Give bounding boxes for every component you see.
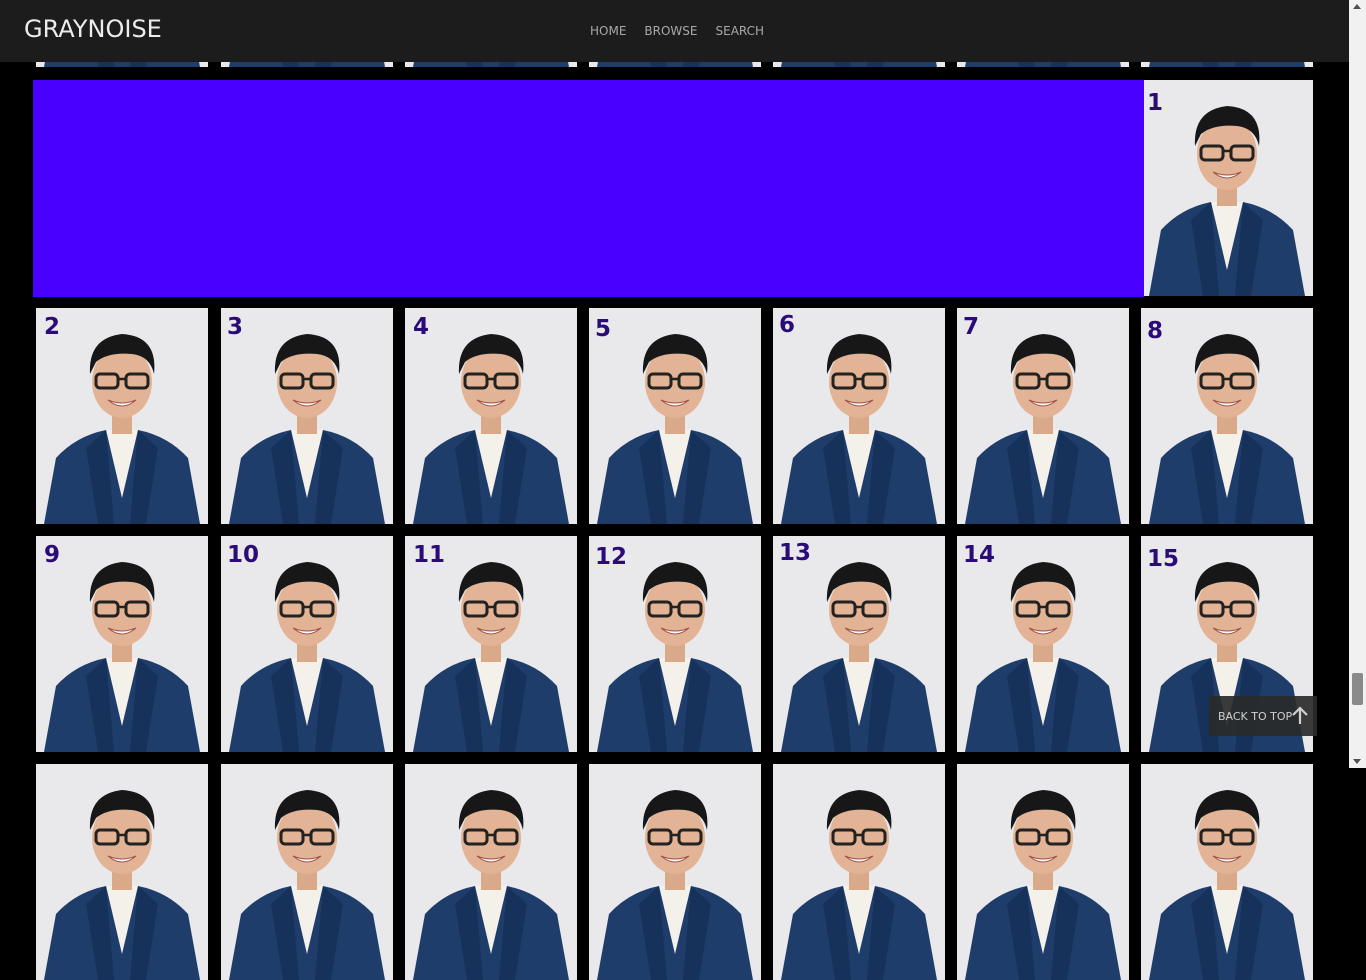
photo-number-label: 5 bbox=[595, 316, 612, 342]
photo-tile[interactable]: 7 bbox=[957, 308, 1129, 524]
site-header: GRAYNOISE HOME BROWSE SEARCH bbox=[0, 0, 1349, 62]
portrait-photo bbox=[36, 308, 208, 524]
photo-tile[interactable] bbox=[589, 764, 761, 980]
portrait-photo bbox=[221, 308, 393, 524]
portrait-photo bbox=[1141, 764, 1313, 980]
photo-tile[interactable]: 11 bbox=[405, 536, 577, 752]
portrait-photo bbox=[773, 536, 945, 752]
photo-number-label: 3 bbox=[227, 314, 244, 340]
portrait-photo bbox=[957, 764, 1129, 980]
portrait-photo bbox=[405, 764, 577, 980]
photo-number-label: 8 bbox=[1147, 318, 1164, 344]
portrait-photo bbox=[221, 764, 393, 980]
nav-search-link[interactable]: SEARCH bbox=[716, 24, 765, 38]
photo-number-label: 13 bbox=[779, 540, 812, 566]
photo-tile[interactable] bbox=[773, 764, 945, 980]
portrait-photo bbox=[405, 308, 577, 524]
photo-tile[interactable] bbox=[405, 764, 577, 980]
photo-tile[interactable]: 13 bbox=[773, 536, 945, 752]
portrait-photo bbox=[957, 536, 1129, 752]
photo-tile[interactable]: 5 bbox=[589, 308, 761, 524]
photo-tile[interactable]: 12 bbox=[589, 536, 761, 752]
photo-tile[interactable]: 6 bbox=[773, 308, 945, 524]
portrait-photo bbox=[957, 308, 1129, 524]
photo-number-label: 7 bbox=[963, 314, 980, 340]
portrait-photo bbox=[36, 536, 208, 752]
photo-number-label: 14 bbox=[963, 542, 996, 568]
photo-number-label: 6 bbox=[779, 312, 796, 338]
photo-number-label: 9 bbox=[44, 542, 61, 568]
photo-number-label: 15 bbox=[1147, 546, 1180, 572]
photo-tile[interactable]: 9 bbox=[36, 536, 208, 752]
photo-number-label: 2 bbox=[44, 314, 61, 340]
portrait-photo bbox=[36, 764, 208, 980]
portrait-photo bbox=[1141, 308, 1313, 524]
portrait-photo bbox=[589, 764, 761, 980]
photo-number-label: 10 bbox=[227, 542, 260, 568]
scroll-up-arrow-icon[interactable] bbox=[1353, 4, 1361, 9]
scrollbar[interactable] bbox=[1349, 0, 1366, 768]
arrow-up-icon bbox=[1292, 706, 1308, 724]
portrait-photo bbox=[1141, 80, 1313, 296]
photo-number-label: 11 bbox=[413, 542, 446, 568]
portrait-photo bbox=[773, 308, 945, 524]
back-to-top-label: BACK TO TOP bbox=[1218, 709, 1293, 723]
nav-browse-link[interactable]: BROWSE bbox=[644, 24, 697, 38]
photo-number-label: 1 bbox=[1147, 90, 1164, 116]
scroll-down-arrow-icon[interactable] bbox=[1353, 759, 1361, 764]
photo-tile[interactable]: 10 bbox=[221, 536, 393, 752]
photo-tile[interactable] bbox=[221, 764, 393, 980]
main-nav: HOME BROWSE SEARCH bbox=[590, 24, 764, 38]
photo-tile[interactable]: 3 bbox=[221, 308, 393, 524]
back-to-top-button[interactable]: BACK TO TOP bbox=[1209, 696, 1317, 736]
photo-tile[interactable]: 14 bbox=[957, 536, 1129, 752]
photo-number-label: 12 bbox=[595, 544, 628, 570]
scrollbar-thumb[interactable] bbox=[1352, 673, 1363, 705]
portrait-photo bbox=[773, 764, 945, 980]
photo-number-label: 4 bbox=[413, 314, 430, 340]
portrait-photo bbox=[221, 536, 393, 752]
portrait-photo bbox=[405, 536, 577, 752]
nav-home-link[interactable]: HOME bbox=[590, 24, 626, 38]
portrait-photo bbox=[589, 308, 761, 524]
photo-tile[interactable] bbox=[1141, 764, 1313, 980]
photo-tile[interactable] bbox=[957, 764, 1129, 980]
photo-tile[interactable]: 4 bbox=[405, 308, 577, 524]
photo-tile[interactable] bbox=[36, 764, 208, 980]
photo-tile[interactable]: 1 bbox=[1141, 80, 1313, 296]
site-logo[interactable]: GRAYNOISE bbox=[24, 15, 162, 43]
selection-highlight bbox=[33, 80, 1144, 297]
photo-tile[interactable]: 2 bbox=[36, 308, 208, 524]
photo-tile[interactable]: 8 bbox=[1141, 308, 1313, 524]
